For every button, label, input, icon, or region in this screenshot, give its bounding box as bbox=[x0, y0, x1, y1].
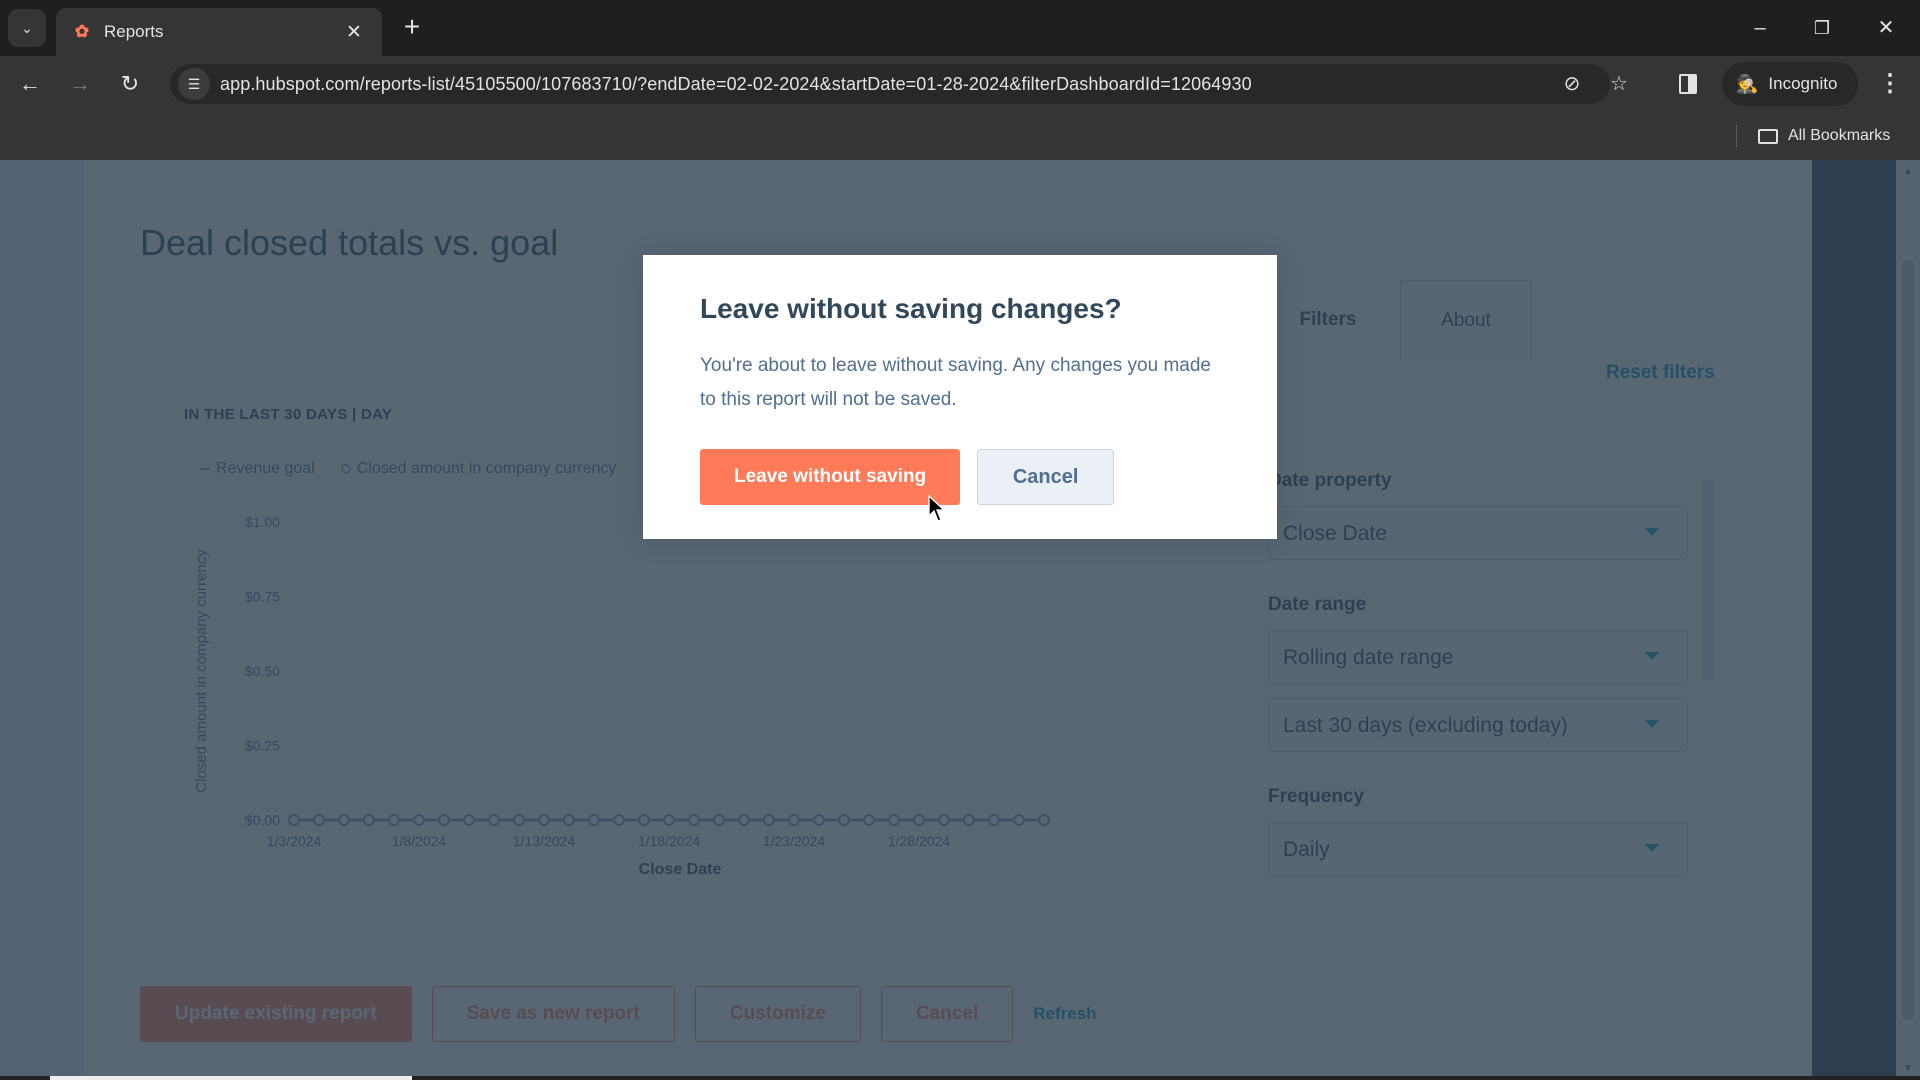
browser-toolbar: ← → ↻ ☰ app.hubspot.com/reports-list/451… bbox=[0, 56, 1920, 112]
forward-button[interactable]: → bbox=[62, 66, 98, 102]
all-bookmarks-button[interactable]: All Bookmarks bbox=[1758, 112, 1890, 160]
leave-without-saving-dialog: Leave without saving changes? You're abo… bbox=[643, 255, 1277, 539]
leave-without-saving-button[interactable]: Leave without saving bbox=[700, 449, 961, 505]
browser-tab-bar: ⌄ ✿ Reports ✕ + – ❐ ✕ bbox=[0, 0, 1920, 56]
close-window-button[interactable]: ✕ bbox=[1862, 10, 1910, 46]
site-info-icon[interactable]: ☰ bbox=[178, 68, 210, 100]
mouse-cursor-icon bbox=[928, 495, 946, 522]
hubspot-sprocket-icon: ✿ bbox=[74, 22, 90, 41]
address-bar[interactable]: ☰ app.hubspot.com/reports-list/45105500/… bbox=[170, 64, 1628, 104]
side-panel-icon bbox=[1679, 74, 1697, 94]
dialog-actions: Leave without saving Cancel bbox=[700, 449, 1115, 505]
dialog-cancel-button[interactable]: Cancel bbox=[977, 449, 1115, 505]
close-tab-icon[interactable]: ✕ bbox=[342, 21, 366, 44]
tab-search-button[interactable]: ⌄ bbox=[8, 9, 46, 47]
dialog-message: You're about to leave without saving. An… bbox=[700, 355, 1211, 410]
new-tab-button[interactable]: + bbox=[396, 12, 428, 44]
minimize-window-button[interactable]: – bbox=[1736, 10, 1784, 46]
browser-tab-reports[interactable]: ✿ Reports ✕ bbox=[56, 8, 382, 56]
side-panel-button[interactable] bbox=[1672, 66, 1704, 102]
bookmarks-bar: All Bookmarks bbox=[0, 112, 1920, 160]
reload-button[interactable]: ↻ bbox=[112, 66, 148, 102]
url-text[interactable]: app.hubspot.com/reports-list/45105500/10… bbox=[220, 64, 1252, 104]
incognito-indicator[interactable]: 🕵 Incognito bbox=[1722, 62, 1858, 106]
tab-title: Reports bbox=[104, 22, 164, 41]
taskbar-strip bbox=[0, 1076, 1920, 1080]
dialog-title: Leave without saving changes? bbox=[700, 293, 1122, 324]
browser-menu-icon[interactable]: ⋮ bbox=[1872, 66, 1908, 102]
chevron-down-icon: ⌄ bbox=[21, 19, 33, 36]
bookmarks-divider bbox=[1736, 125, 1737, 147]
bookmark-star-icon[interactable]: ☆ bbox=[1603, 68, 1635, 100]
folder-icon bbox=[1758, 128, 1778, 144]
restore-window-button[interactable]: ❐ bbox=[1798, 10, 1846, 46]
all-bookmarks-label: All Bookmarks bbox=[1788, 127, 1891, 144]
back-button[interactable]: ← bbox=[12, 66, 48, 102]
taskbar-active-indicator bbox=[50, 1076, 412, 1080]
tracking-protection-eye-off-icon[interactable]: ⊘ bbox=[1556, 68, 1588, 100]
incognito-label: Incognito bbox=[1768, 74, 1838, 93]
incognito-icon: 🕵 bbox=[1736, 73, 1759, 94]
